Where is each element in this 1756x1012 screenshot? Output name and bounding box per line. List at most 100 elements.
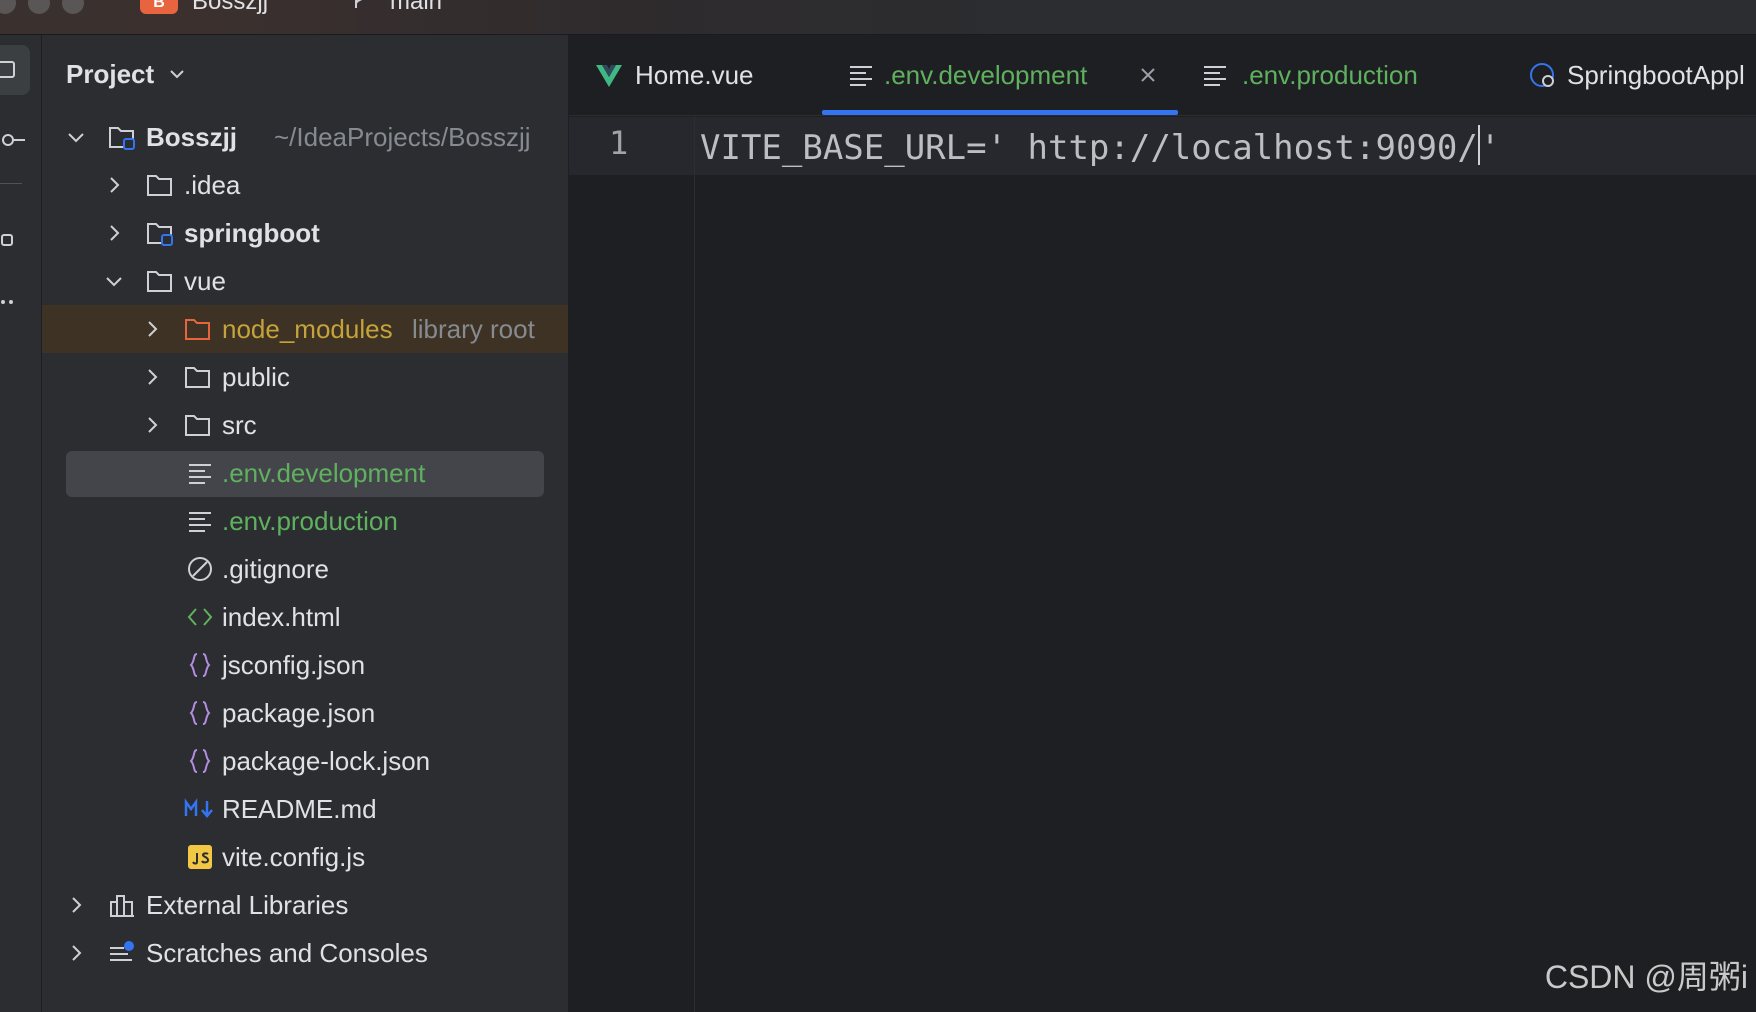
- library-icon: [110, 895, 134, 917]
- chevron-right-icon[interactable]: [142, 319, 162, 339]
- text-file-icon: [1204, 66, 1226, 86]
- branch-switcher[interactable]: main: [390, 0, 442, 16]
- project-tool-button[interactable]: [0, 45, 30, 95]
- module-folder-icon: [109, 127, 135, 150]
- chevron-down-icon[interactable]: [66, 127, 86, 147]
- code-line-tail: ': [1479, 128, 1501, 168]
- tab-label: .env.production: [1242, 60, 1418, 90]
- tree-item-hint: library root: [412, 314, 535, 344]
- text-file-icon: [189, 464, 211, 484]
- spring-boot-icon: [1530, 63, 1554, 87]
- tree-item-public[interactable]: public: [42, 353, 568, 401]
- window-minimize-dot[interactable]: [28, 0, 50, 14]
- tree-item-label: External Libraries: [146, 890, 349, 920]
- tab-env-development[interactable]: .env.development: [822, 35, 1178, 115]
- tree-item-label: .env.production: [222, 506, 398, 536]
- window-close-dot[interactable]: [0, 0, 16, 14]
- tree-item-label: vue: [184, 266, 226, 296]
- tree-item-label: .idea: [184, 170, 241, 200]
- tree-item-index-html[interactable]: index.html: [42, 593, 568, 641]
- tree-item-springboot[interactable]: springboot: [42, 209, 568, 257]
- structure-icon[interactable]: [0, 225, 30, 255]
- chevron-right-icon[interactable]: [142, 415, 162, 435]
- tab-home-vue[interactable]: Home.vue: [595, 35, 795, 115]
- more-tools-icon[interactable]: [0, 287, 30, 317]
- folder-icon: [147, 271, 172, 292]
- js-file-icon: [188, 845, 212, 869]
- tab-env-production[interactable]: .env.production: [1202, 35, 1462, 115]
- tree-item-node-modules[interactable]: node_modules library root: [42, 305, 568, 353]
- tree-item-label: index.html: [222, 602, 341, 632]
- tree-item-gitignore[interactable]: .gitignore: [42, 545, 568, 593]
- tree-item-label: package-lock.json: [222, 746, 431, 776]
- scratches-icon: [110, 941, 134, 961]
- chevron-right-icon[interactable]: [104, 223, 124, 243]
- tree-item-path: ~/IdeaProjects/Bosszjj: [274, 122, 531, 152]
- tree-item-scratches[interactable]: Scratches and Consoles: [42, 929, 568, 977]
- chevron-down-icon[interactable]: [104, 271, 124, 291]
- tab-label: .env.development: [884, 60, 1088, 90]
- tree-item-label: jsconfig.json: [222, 650, 366, 680]
- text-file-icon: [189, 512, 211, 532]
- tree-item-env-development[interactable]: .env.development: [42, 449, 568, 497]
- folder-icon: [147, 175, 172, 196]
- json-file-icon: [189, 701, 211, 725]
- tree-item-package-json[interactable]: package.json: [42, 689, 568, 737]
- json-file-icon: [189, 653, 211, 677]
- tree-item-label: .env.development: [222, 458, 426, 488]
- close-icon[interactable]: [1138, 65, 1158, 85]
- tree-item-vue[interactable]: vue: [42, 257, 568, 305]
- tree-item-src[interactable]: src: [42, 401, 568, 449]
- code-editor-text[interactable]: VITE_BASE_URL=' http://localhost:9090/': [700, 125, 1500, 168]
- json-file-icon: [189, 749, 211, 773]
- editor-tab-bar: Home.vue .env.development .env.productio…: [569, 35, 1756, 116]
- chevron-right-icon[interactable]: [66, 943, 86, 963]
- tab-springboot-application[interactable]: SpringbootAppl: [1519, 35, 1756, 115]
- chevron-down-icon[interactable]: [168, 65, 186, 83]
- text-file-icon: [850, 66, 872, 86]
- tab-label: Home.vue: [635, 60, 754, 90]
- title-bar: B Bosszjj main: [0, 0, 1756, 35]
- tree-item-label: public: [222, 362, 290, 392]
- project-switcher[interactable]: Bosszjj: [192, 0, 268, 16]
- chevron-right-icon[interactable]: [104, 175, 124, 195]
- tree-item-label: src: [222, 410, 257, 440]
- tree-item-jsconfig-json[interactable]: jsconfig.json: [42, 641, 568, 689]
- editor-area: Home.vue .env.development .env.productio…: [569, 35, 1756, 1012]
- folder-icon: [185, 415, 210, 436]
- ignore-file-icon: [188, 557, 212, 581]
- tree-item-bosszjj[interactable]: Bosszjj ~/IdeaProjects/Bosszjj: [42, 113, 568, 161]
- project-tool-window: Project Bosszjj ~/IdeaProjects/Bosszjj .…: [42, 35, 569, 1012]
- strip-divider: [0, 183, 22, 184]
- excluded-folder-icon: [185, 319, 210, 340]
- folder-tool-icon: [0, 61, 15, 78]
- html-file-icon: [187, 608, 213, 626]
- commit-icon[interactable]: [0, 125, 30, 155]
- tree-item-package-lock-json[interactable]: package-lock.json: [42, 737, 568, 785]
- tree-item-label: Bosszjj: [146, 122, 238, 152]
- tree-item-label: Scratches and Consoles: [146, 938, 428, 968]
- project-panel-title[interactable]: Project: [66, 59, 154, 90]
- branch-icon: [355, 0, 363, 8]
- module-folder-icon: [147, 223, 173, 246]
- tab-label: SpringbootAppl: [1567, 60, 1745, 90]
- window-zoom-dot[interactable]: [62, 0, 84, 14]
- tree-item-idea[interactable]: .idea: [42, 161, 568, 209]
- project-badge[interactable]: B: [140, 0, 178, 14]
- markdown-file-icon: [184, 798, 213, 818]
- tree-item-readme-md[interactable]: README.md: [42, 785, 568, 833]
- tree-item-label: springboot: [184, 218, 320, 248]
- tree-item-vite-config-js[interactable]: vite.config.js: [42, 833, 568, 881]
- watermark: CSDN @周粥i: [1544, 959, 1748, 995]
- folder-icon: [185, 367, 210, 388]
- chevron-right-icon[interactable]: [66, 895, 86, 915]
- tree-item-label: README.md: [222, 794, 377, 824]
- tree-item-label: node_modules: [222, 314, 393, 344]
- tree-item-label: vite.config.js: [222, 842, 366, 872]
- tree-item-label: package.json: [222, 698, 376, 728]
- tree-item-external-libraries[interactable]: External Libraries: [42, 881, 568, 929]
- code-line-1: VITE_BASE_URL=' http://localhost:9090/: [700, 128, 1478, 168]
- tool-window-strip: [0, 35, 42, 1012]
- tree-item-env-production[interactable]: .env.production: [42, 497, 568, 545]
- chevron-right-icon[interactable]: [142, 367, 162, 387]
